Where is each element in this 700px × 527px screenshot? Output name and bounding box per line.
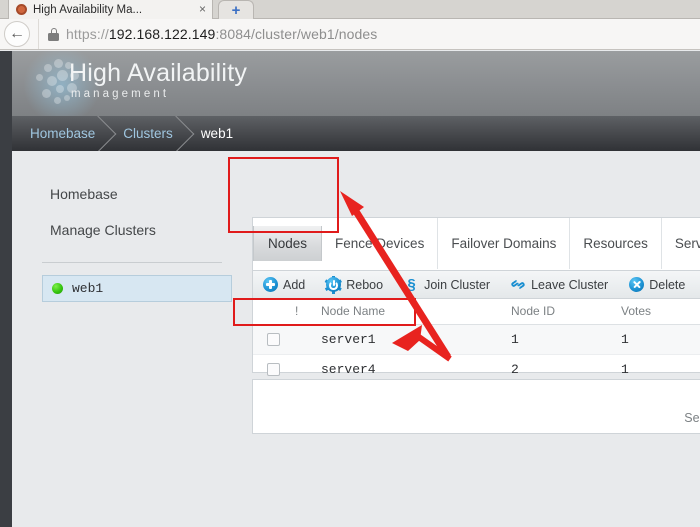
table-row[interactable]: server1 1 1 xyxy=(253,324,700,355)
tab-label: Fence Devices xyxy=(335,236,425,251)
reboot-button-label: Reboo xyxy=(346,277,384,292)
column-votes[interactable]: Votes xyxy=(621,299,700,325)
column-alert: ! xyxy=(295,299,321,325)
table-header-row: ! Node Name Node ID Votes xyxy=(253,299,700,325)
link-icon: § xyxy=(407,276,416,293)
join-cluster-button[interactable]: § Join Cluster xyxy=(404,277,490,292)
breadcrumb-item-clusters[interactable]: Clusters xyxy=(105,116,183,151)
back-button[interactable]: ← xyxy=(4,21,30,47)
cluster-name-label: web1 xyxy=(72,281,104,296)
tab-service-groups[interactable]: Service Grou xyxy=(662,218,700,269)
lock-icon xyxy=(48,27,59,41)
tab-failover-domains[interactable]: Failover Domains xyxy=(438,218,571,269)
tab-label: Service Grou xyxy=(674,236,700,251)
delete-button[interactable]: Delete xyxy=(629,277,685,292)
close-icon[interactable]: × xyxy=(199,3,206,15)
breadcrumb-item-homebase[interactable]: Homebase xyxy=(12,116,105,151)
selection-footer: Select xyxy=(252,379,700,434)
tab-label: Nodes xyxy=(268,236,308,251)
browser-tab-title: High Availability Ma... xyxy=(33,4,143,16)
back-arrow-icon: ← xyxy=(9,25,25,42)
leave-cluster-button[interactable]: Leave Cluster xyxy=(510,277,609,292)
breadcrumb-label: web1 xyxy=(200,126,234,141)
app-page: High Availability management Homebase Cl… xyxy=(0,51,700,527)
add-circle-icon xyxy=(263,277,278,292)
row-checkbox-cell[interactable] xyxy=(253,324,295,355)
tab-label: Failover Domains xyxy=(451,236,557,251)
browser-tab[interactable]: High Availability Ma... × xyxy=(8,0,213,19)
breadcrumb-item-web1[interactable]: web1 xyxy=(183,116,243,151)
left-edge-strip xyxy=(0,51,12,527)
app-logo: High Availability management xyxy=(69,59,247,101)
app-favicon xyxy=(15,3,28,16)
row-votes: 1 xyxy=(621,324,700,355)
reboot-gear-icon xyxy=(325,275,343,294)
sidebar-item-manage-clusters[interactable]: Manage Clusters xyxy=(12,212,252,248)
column-select-all[interactable] xyxy=(253,299,295,325)
browser-toolbar: ← https://192.168.122.149:8084/cluster/w… xyxy=(0,19,700,50)
column-node-id[interactable]: Node ID xyxy=(511,299,621,325)
breadcrumb-label: Homebase xyxy=(30,126,96,141)
screenshot-root: High Availability Ma... × + ← https://19… xyxy=(0,0,700,527)
add-button-label: Add xyxy=(283,277,306,292)
new-tab-button[interactable]: + xyxy=(218,0,254,19)
url-host: 192.168.122.149 xyxy=(108,26,216,42)
nodes-table: ! Node Name Node ID Votes server1 1 1 se… xyxy=(253,299,700,385)
join-cluster-label: Join Cluster xyxy=(424,277,491,292)
tab-bar: Nodes Fence Devices Failover Domains Res… xyxy=(253,218,700,269)
delete-button-label: Delete xyxy=(649,277,686,292)
row-checkbox[interactable] xyxy=(267,333,280,346)
app-header: High Availability management xyxy=(12,51,700,116)
sidebar-item-homebase[interactable]: Homebase xyxy=(12,176,252,212)
plus-icon: + xyxy=(231,1,241,19)
tab-fence-devices[interactable]: Fence Devices xyxy=(322,218,439,269)
toolbar: Add Reboo § Join Cluster Leave Cluster D… xyxy=(252,270,700,299)
url-input[interactable]: https://192.168.122.149:8084/cluster/web… xyxy=(38,19,700,49)
tab-label: Resources xyxy=(583,236,648,251)
url-text: https://192.168.122.149:8084/cluster/web… xyxy=(66,26,377,42)
reboot-button[interactable]: Reboo xyxy=(325,275,384,294)
unlink-icon xyxy=(510,277,526,292)
url-scheme: https:// xyxy=(66,26,109,42)
status-dot-icon xyxy=(52,283,63,294)
tab-nodes[interactable]: Nodes xyxy=(253,226,323,261)
tabs-card: Nodes Fence Devices Failover Domains Res… xyxy=(252,217,700,270)
leave-cluster-label: Leave Cluster xyxy=(531,277,609,292)
sidebar-item-web1[interactable]: web1 xyxy=(42,275,232,302)
sidebar-divider xyxy=(42,262,222,263)
content-area: Homebase Manage Clusters web1 Nodes Fenc… xyxy=(12,151,700,527)
sidebar-item-label: Manage Clusters xyxy=(50,222,156,238)
url-path: :8084/cluster/web1/nodes xyxy=(215,26,378,42)
row-node-id: 1 xyxy=(511,324,621,355)
tab-resources[interactable]: Resources xyxy=(570,218,662,269)
row-checkbox[interactable] xyxy=(267,363,280,376)
sidebar-item-label: Homebase xyxy=(50,186,118,202)
nodes-table-card: ! Node Name Node ID Votes server1 1 1 se… xyxy=(252,299,700,385)
breadcrumb: Homebase Clusters web1 xyxy=(12,116,700,151)
logo-subtitle: management xyxy=(71,88,170,100)
browser-tabstrip: High Availability Ma... × + xyxy=(0,0,700,19)
main-panel: Nodes Fence Devices Failover Domains Res… xyxy=(252,217,700,527)
sidebar: Homebase Manage Clusters web1 xyxy=(12,151,252,527)
selection-footer-text: Select xyxy=(684,411,700,425)
logo-title: High Availability xyxy=(69,59,248,87)
delete-circle-icon xyxy=(629,277,645,292)
breadcrumb-label: Clusters xyxy=(123,126,173,141)
row-node-name: server1 xyxy=(321,324,511,355)
row-alert-cell xyxy=(295,324,321,355)
add-button[interactable]: Add xyxy=(263,277,305,292)
column-node-name[interactable]: Node Name xyxy=(321,299,511,325)
